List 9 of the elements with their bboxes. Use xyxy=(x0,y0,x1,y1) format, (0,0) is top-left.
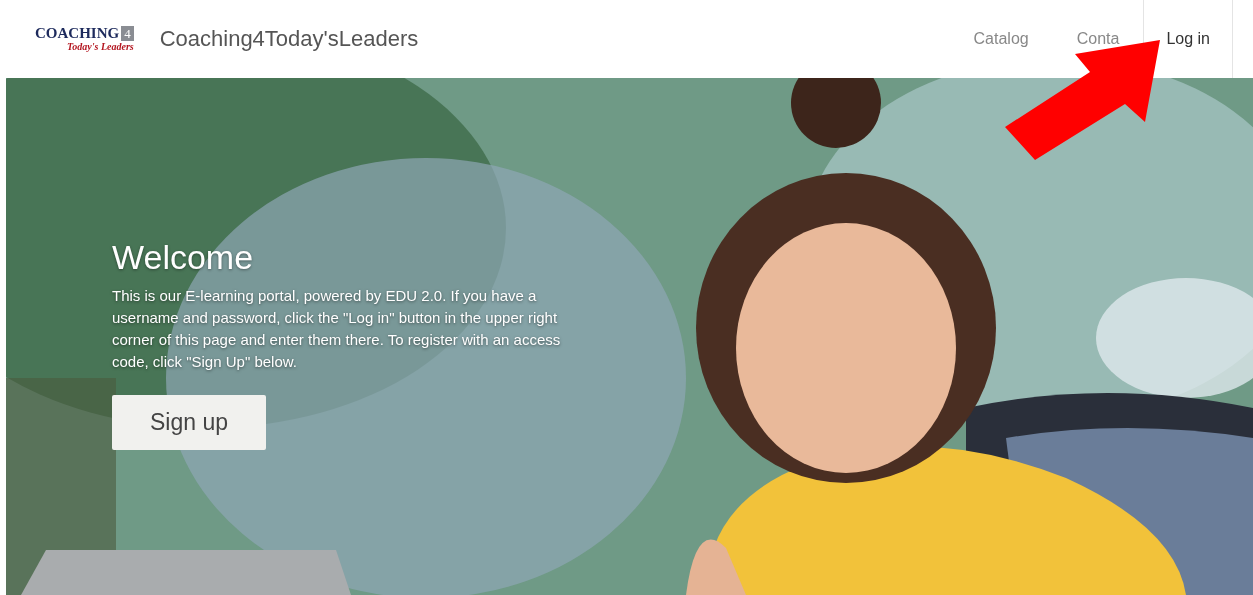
logo-wordmark: COACHING xyxy=(35,25,120,41)
site-title: Coaching4Today'sLeaders xyxy=(159,26,419,52)
nav-link[interactable]: Conta xyxy=(1076,30,1120,48)
nav-link[interactable]: Catalog xyxy=(973,30,1029,48)
logo-tagline: Today's Leaders xyxy=(67,40,134,53)
welcome-text: This is our E-learning portal, powered by EDU 2.0. If you have a username and password, click the "Log in" button in the upper right corner of this page and enter them there. To register with an access code, click "Sign Up" below. xyxy=(112,286,562,372)
logo-number: 4 xyxy=(121,25,134,41)
welcome-title: Welcome xyxy=(112,238,255,277)
sign-up-button[interactable]: Sign up xyxy=(112,395,266,450)
